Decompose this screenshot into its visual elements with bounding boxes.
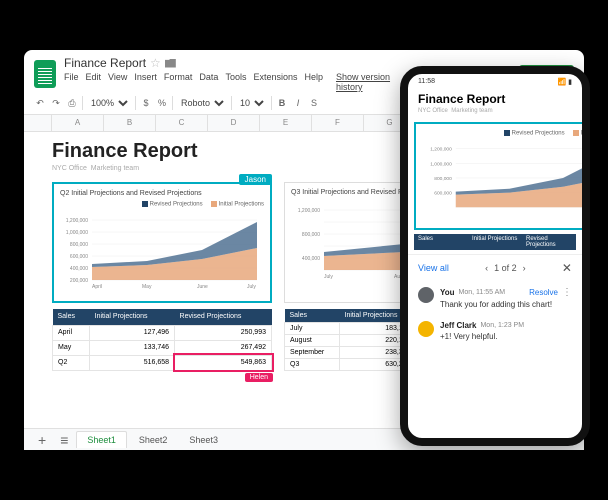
menu-tools[interactable]: Tools [225,72,246,92]
comment-item: Jeff Clark Mon, 1:23 PM +1! Very helpful… [408,315,582,347]
view-all-link[interactable]: View all [418,263,449,273]
svg-text:1,200,000: 1,200,000 [66,218,88,224]
svg-text:1,200,000: 1,200,000 [430,146,452,152]
add-sheet-button[interactable]: + [32,432,52,448]
svg-text:600,000: 600,000 [434,190,452,196]
chart-legend: Revised Projections Initial Projections [422,130,590,137]
table-header: Revised Projections [175,309,272,326]
menu-data[interactable]: Data [199,72,218,92]
svg-text:1,000,000: 1,000,000 [66,230,88,236]
chevron-right-icon[interactable]: › [523,263,526,273]
menu-bar: File Edit View Insert Format Data Tools … [64,72,417,92]
q2-chart[interactable]: Jason Q2 Initial Projections and Revised… [52,182,272,303]
column-header[interactable]: B [104,115,156,131]
cursor-tag-helen: Helen [245,373,273,382]
mobile-preview: 11:58 📶 ▮ Finance Report NYC Office Mark… [400,66,590,446]
q2-table[interactable]: Sales Initial Projections Revised Projec… [52,309,272,371]
phone-status-bar: 11:58 📶 ▮ [408,74,582,90]
cursor-tag-jason: Jason [239,174,272,185]
column-header[interactable]: E [260,115,312,131]
comment-pager: ‹ 1 of 2 › [485,263,526,273]
pager-text: 1 of 2 [494,263,517,273]
comment-text: Thank you for adding this chart! [440,300,572,309]
table-row: May 133,746 267,492 [53,340,272,355]
menu-edit[interactable]: Edit [86,72,102,92]
table-row: Q2 516,658 549,863 Helen [53,355,272,370]
menu-help[interactable]: Help [304,72,323,92]
chart-title: Q2 Initial Projections and Revised Proje… [60,190,264,197]
svg-text:May: May [142,284,152,290]
svg-text:800,000: 800,000 [434,176,452,182]
area-chart-svg: 1,200,000 1,000,000 800,000 600,000 400,… [60,210,264,290]
font-size-select[interactable]: 10 [236,97,267,109]
svg-text:1,200,000: 1,200,000 [298,208,320,214]
sheets-logo-icon [34,60,56,88]
svg-text:1,000,000: 1,000,000 [430,161,452,167]
svg-text:800,000: 800,000 [302,232,320,238]
svg-text:June: June [197,284,208,290]
sheet-tab[interactable]: Sheet3 [179,432,228,448]
comment-time: Mon, 1:23 PM [480,322,524,329]
sheet-tab[interactable]: Sheet1 [76,431,127,448]
phone-doc-title: Finance Report [408,90,582,108]
italic-icon[interactable]: I [292,96,304,110]
resolve-button[interactable]: Resolve [529,288,558,297]
menu-insert[interactable]: Insert [134,72,157,92]
move-folder-icon[interactable] [165,59,176,68]
table-header: Sales [53,309,90,326]
menu-format[interactable]: Format [164,72,193,92]
comment-text: +1! Very helpful. [440,332,572,341]
sheet-tab[interactable]: Sheet2 [129,432,178,448]
phone-table-header: Sales Initial Projections Revised Projec… [414,234,576,250]
menu-file[interactable]: File [64,72,79,92]
currency-icon[interactable]: $ [140,96,152,110]
select-all-corner[interactable] [24,115,52,131]
document-title[interactable]: Finance Report [64,56,146,70]
signal-icon: 📶 ▮ [557,78,572,86]
svg-text:July: July [247,284,256,290]
phone-doc-subtitle: NYC Office Marketing team [408,108,582,118]
comment-item: You Mon, 11:55 AM Resolve ⋮ Thank you fo… [408,281,582,315]
comment-author: You [440,288,455,297]
comment-time: Mon, 11:55 AM [459,289,506,296]
column-header[interactable]: C [156,115,208,131]
all-sheets-icon[interactable]: ≡ [54,432,74,448]
more-icon[interactable]: ⋮ [562,287,572,298]
svg-text:April: April [92,284,102,290]
redo-icon[interactable]: ↷ [50,96,62,110]
table-header: Sales [285,309,340,323]
comment-author: Jeff Clark [440,321,476,330]
avatar [418,287,434,303]
svg-text:600,000: 600,000 [70,254,88,260]
zoom-select[interactable]: 100% [87,97,131,109]
phone-chart[interactable]: Jason Revised Projections Initial Projec… [414,122,590,230]
chevron-left-icon[interactable]: ‹ [485,263,488,273]
svg-text:400,000: 400,000 [70,266,88,272]
star-icon[interactable]: ☆ [150,56,161,70]
area-chart-svg: 1,200,000 1,000,000 800,000 600,000 [422,139,590,217]
svg-text:200,000: 200,000 [70,278,88,284]
column-header[interactable]: F [312,115,364,131]
avatar [418,321,434,337]
table-row: April 127,496 250,993 [53,325,272,340]
font-select[interactable]: Roboto [177,97,227,109]
table-header: Initial Projections [90,309,175,326]
chart-legend: Revised Projections Initial Projections [60,201,264,208]
percent-icon[interactable]: % [156,96,168,110]
svg-text:800,000: 800,000 [70,242,88,248]
column-header[interactable]: D [208,115,260,131]
svg-text:400,000: 400,000 [302,256,320,262]
menu-extensions[interactable]: Extensions [253,72,297,92]
strike-icon[interactable]: S [308,96,320,110]
column-header[interactable]: A [52,115,104,131]
bold-icon[interactable]: B [276,96,288,110]
menu-view[interactable]: View [108,72,127,92]
svg-text:July: July [324,274,333,280]
undo-icon[interactable]: ↶ [34,96,46,110]
print-icon[interactable]: ⎙ [66,96,78,110]
close-icon[interactable]: ✕ [562,261,572,275]
